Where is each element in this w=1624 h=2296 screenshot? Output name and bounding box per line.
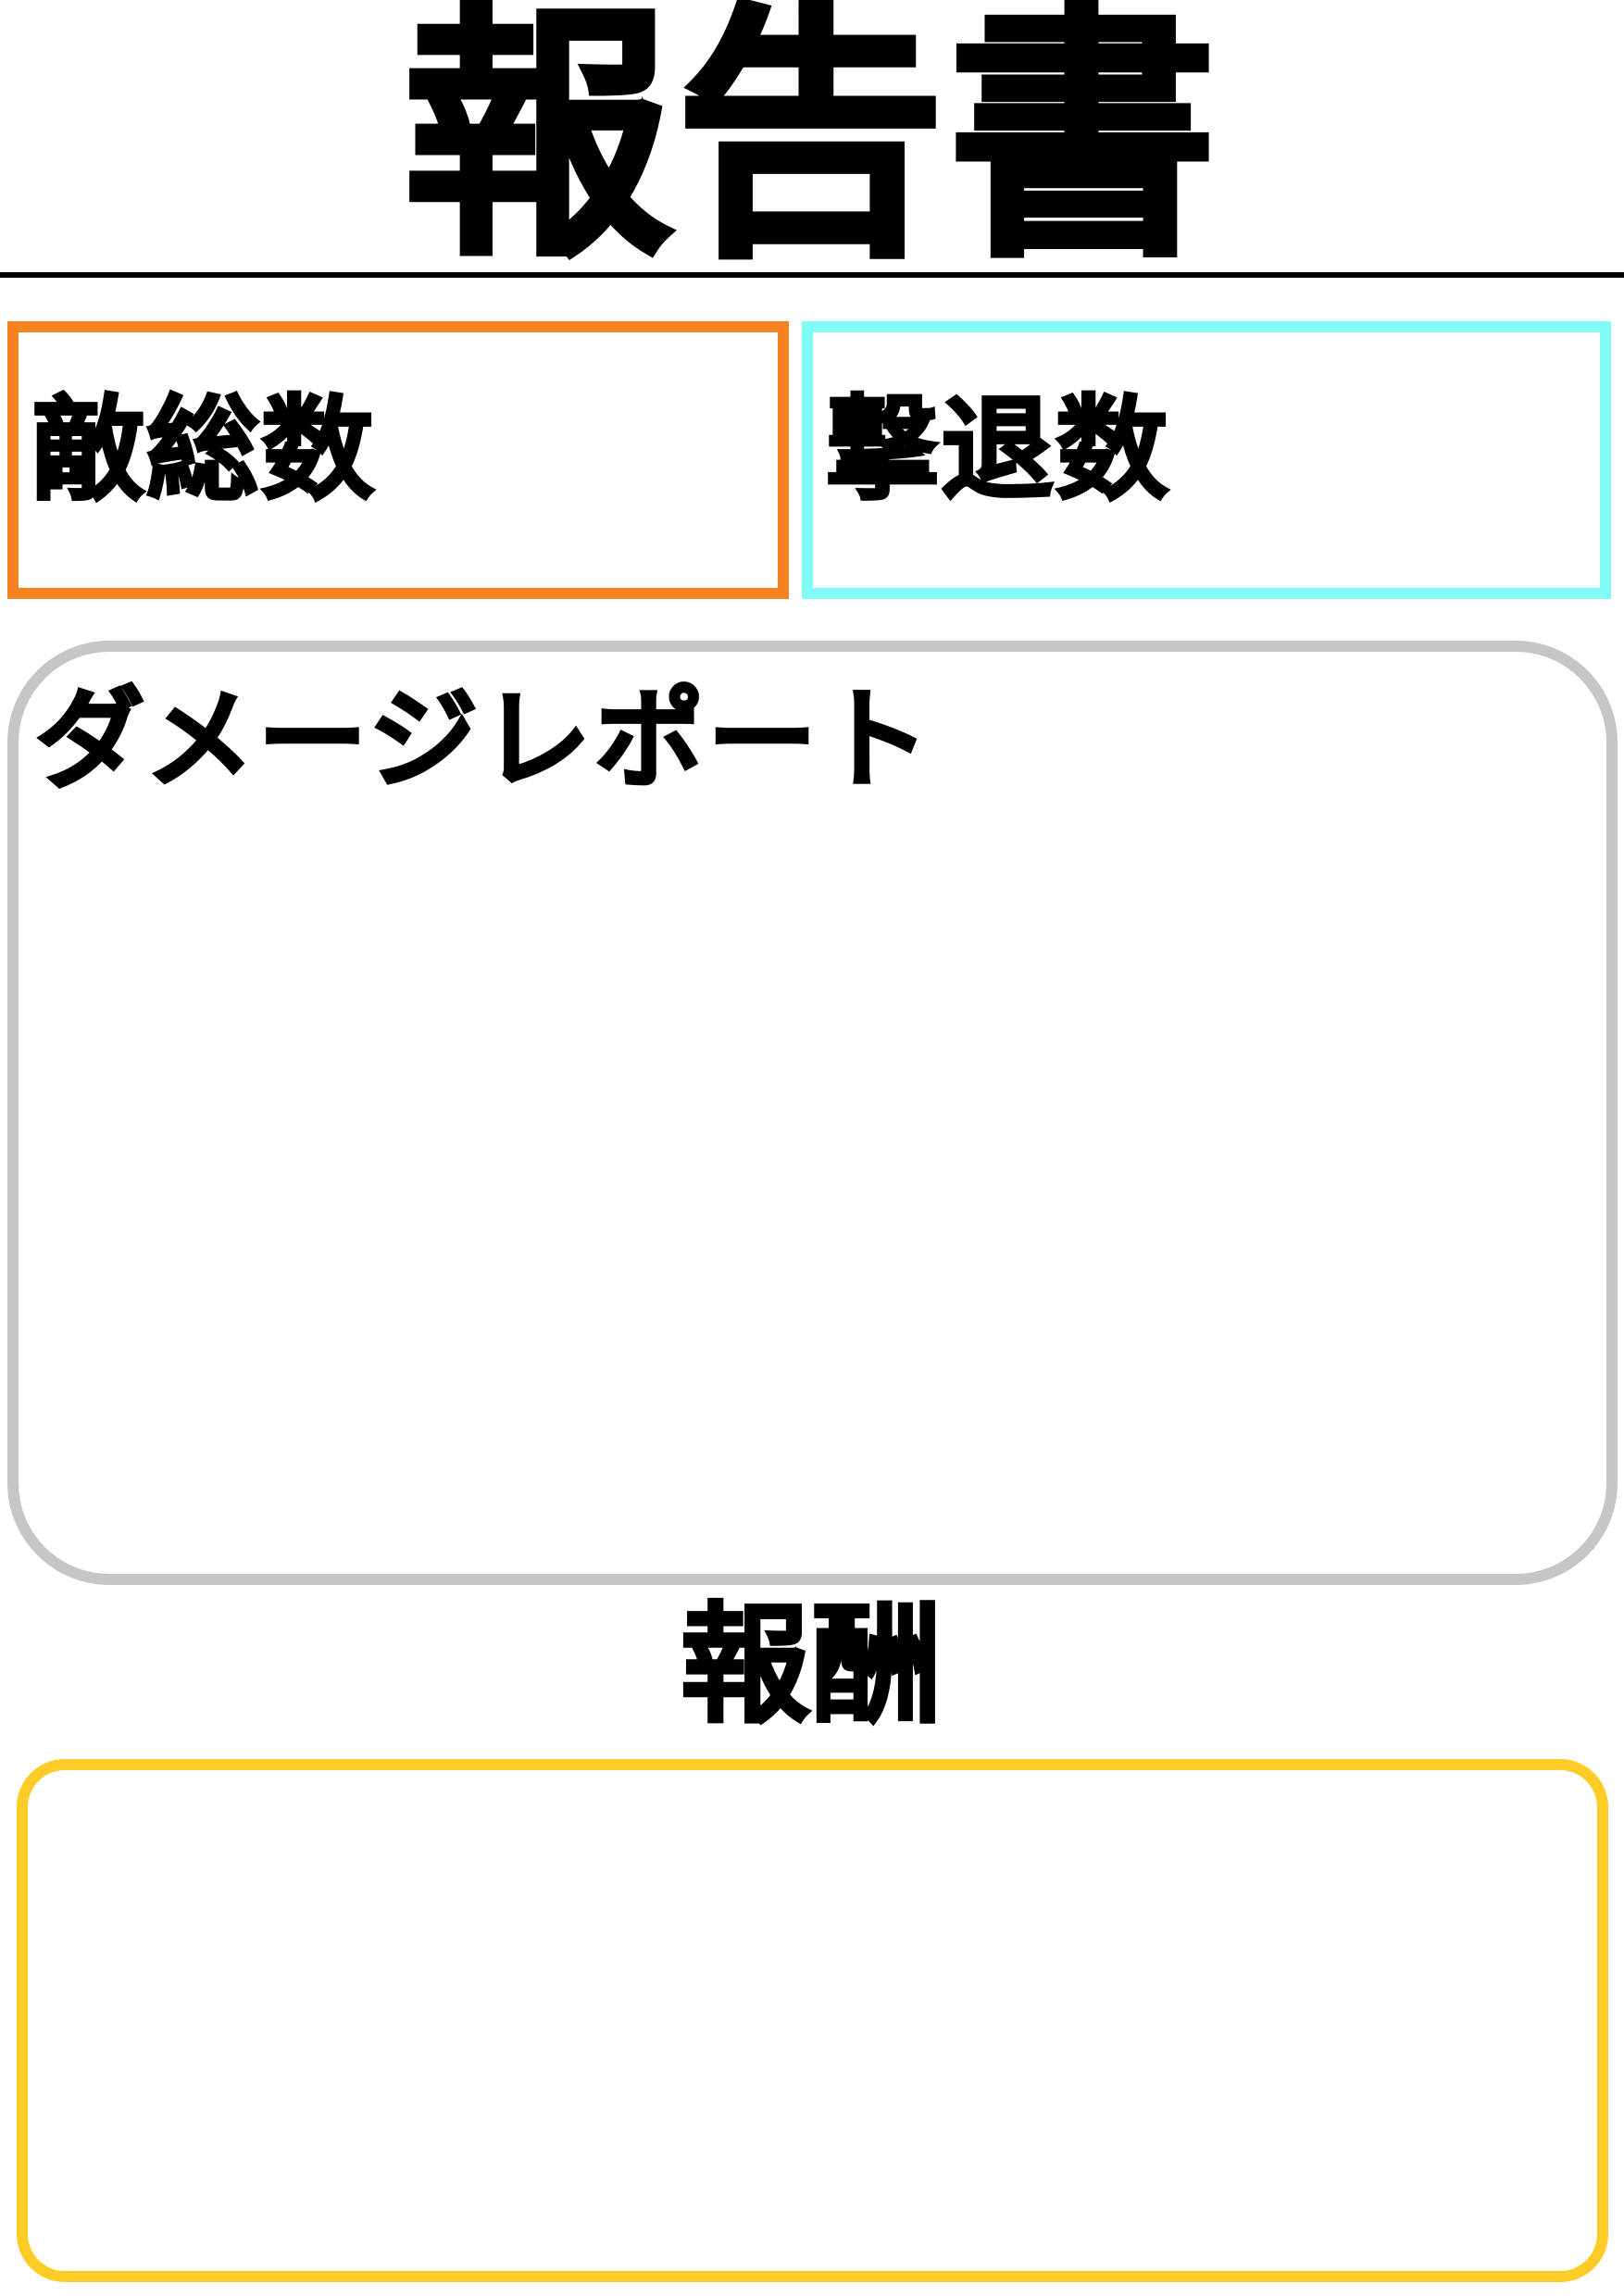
reward-box[interactable]: [17, 1759, 1608, 2282]
reward-heading: 報酬: [679, 1591, 943, 1741]
defeated-count-label: 撃退数: [825, 384, 1170, 516]
enemy-total-box[interactable]: 敵総数: [7, 321, 789, 599]
damage-report-label: ダメージレポート: [33, 676, 934, 804]
enemy-total-label: 敵総数: [31, 384, 376, 516]
page-title: 報告書: [401, 0, 1220, 293]
title-divider: [0, 272, 1624, 278]
defeated-count-box[interactable]: 撃退数: [802, 321, 1611, 599]
report-sheet-page: { "document": { "title": "報告書" }, "secti…: [0, 0, 1624, 2296]
damage-report-box[interactable]: ダメージレポート: [7, 641, 1618, 1585]
